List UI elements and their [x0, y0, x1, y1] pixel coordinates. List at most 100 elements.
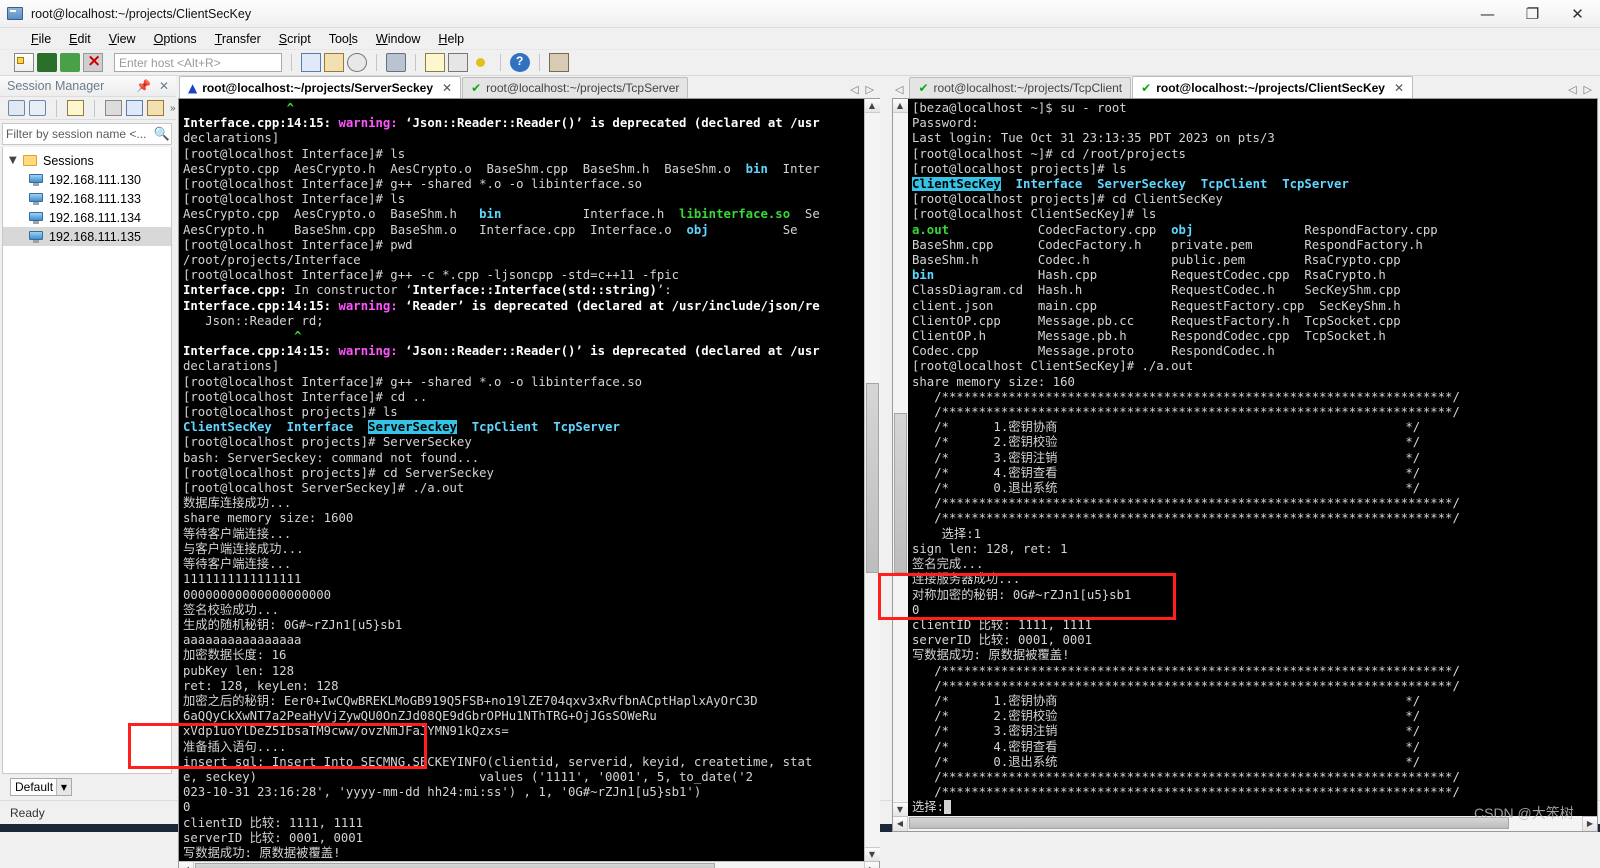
- chevron-down-icon[interactable]: ▼: [56, 779, 71, 795]
- menu-file[interactable]: FFileile: [22, 30, 60, 48]
- session-item-192-168-111-130[interactable]: 192.168.111.130: [3, 170, 171, 189]
- find-icon[interactable]: [347, 53, 367, 72]
- terminal-span: 023-10-31 23:16:28', 'yyyy-mm-dd hh24:mi…: [183, 785, 702, 800]
- cut-icon[interactable]: [105, 100, 122, 116]
- minimize-button[interactable]: —: [1465, 0, 1510, 28]
- scroll-right-icon[interactable]: ▶: [864, 862, 879, 868]
- tab-serverseckey[interactable]: ▲ root@localhost:~/projects/ServerSeckey…: [179, 76, 462, 98]
- scroll-track[interactable]: [892, 113, 908, 802]
- tree-root-sessions[interactable]: ▼ Sessions: [3, 151, 171, 170]
- tab-close-icon[interactable]: ✕: [1394, 81, 1404, 95]
- terminal-line: Last login: Tue Oct 31 23:13:35 PDT 2023…: [912, 131, 1597, 146]
- log-session-icon[interactable]: [425, 53, 445, 72]
- terminal-line: 签名校验成功...: [183, 603, 864, 618]
- close-button[interactable]: ✕: [1555, 0, 1600, 28]
- menu-help[interactable]: Help: [429, 30, 473, 48]
- scroll-up-icon[interactable]: ▲: [892, 99, 908, 113]
- pane-divider[interactable]: [882, 76, 890, 800]
- terminal-span: 选择:1: [912, 526, 982, 541]
- window-controls: — ❐ ✕: [1465, 0, 1600, 28]
- new-session-icon[interactable]: [8, 100, 25, 116]
- tab-clientseckey[interactable]: ✔ root@localhost:~/projects/ClientSecKey…: [1132, 76, 1414, 98]
- tab-scroll-right-icon[interactable]: ▷: [1584, 83, 1592, 96]
- chevron-down-icon[interactable]: ▼: [9, 155, 23, 166]
- help-icon[interactable]: [510, 53, 530, 72]
- options-icon[interactable]: [549, 53, 569, 72]
- terminal-span: /root/projects/Interface: [183, 253, 361, 268]
- monitor-icon: [29, 230, 43, 243]
- menu-edit[interactable]: Edit: [60, 30, 100, 48]
- host-input[interactable]: Enter host <Alt+R>: [114, 53, 282, 72]
- window-title: root@localhost:~/projects/ClientSecKey: [31, 6, 252, 21]
- scroll-thumb[interactable]: [865, 383, 879, 573]
- key-icon[interactable]: [471, 53, 491, 72]
- tab-scroll-left-icon[interactable]: ◁: [1568, 83, 1576, 96]
- left-terminal-output[interactable]: ^ Interface.cpp:14:15: warning: ‘Json::Re…: [179, 99, 864, 862]
- session-tree[interactable]: ▼ Sessions 192.168.111.130 192.168.111.1…: [2, 147, 172, 774]
- connect-icon[interactable]: [37, 53, 57, 72]
- scroll-thumb[interactable]: [195, 862, 715, 868]
- session-item-192-168-111-134[interactable]: 192.168.111.134: [3, 208, 171, 227]
- terminal-line: Password:: [912, 116, 1597, 131]
- host-placeholder: Enter host <Alt+R>: [119, 55, 221, 70]
- disconnect-icon[interactable]: [83, 51, 103, 72]
- scroll-down-icon[interactable]: ▼: [892, 801, 908, 816]
- terminal-line: /* 0.退出系统 */: [912, 481, 1597, 496]
- new-folder-icon[interactable]: [29, 100, 46, 116]
- left-vertical-scrollbar[interactable]: ▲ ▼: [864, 99, 880, 862]
- session-filter-input[interactable]: Filter by session name <... 🔍: [2, 123, 172, 145]
- copy-icon[interactable]: [126, 100, 143, 116]
- menu-tools[interactable]: Tools: [320, 30, 367, 48]
- terminal-span: [root@localhost Interface]# ls: [183, 192, 406, 207]
- terminal-line: 写数据成功: 原数据被覆盖!: [183, 846, 864, 861]
- menu-window[interactable]: Window: [367, 30, 429, 48]
- tab-scroll-left-icon[interactable]: ◁: [850, 83, 858, 96]
- overflow-chevron-icon[interactable]: »: [170, 103, 176, 114]
- right-tab-nav-left: ◁: [893, 83, 909, 98]
- right-vertical-scrollbar-left[interactable]: ▲ ▼: [892, 99, 908, 816]
- terminal-line: /***************************************…: [912, 785, 1597, 800]
- scroll-track[interactable]: [194, 861, 864, 868]
- keymap-editor-icon[interactable]: [448, 53, 468, 72]
- scroll-down-icon[interactable]: ▼: [864, 847, 880, 862]
- terminal-line: [root@localhost Interface]# pwd: [183, 238, 864, 253]
- paste-icon[interactable]: [324, 53, 344, 72]
- terminal-span: declarations]: [183, 131, 280, 146]
- scroll-left-icon[interactable]: ◀: [893, 816, 908, 831]
- scroll-track[interactable]: [864, 113, 880, 848]
- tab-tcpclient[interactable]: ✔ root@localhost:~/projects/TcpClient: [909, 77, 1132, 98]
- terminal-span: [183, 329, 294, 343]
- search-icon[interactable]: 🔍: [153, 127, 171, 142]
- reconnect-icon[interactable]: [60, 53, 80, 72]
- scroll-thumb[interactable]: [909, 817, 1509, 830]
- pin-icon[interactable]: 📌: [136, 79, 151, 93]
- menu-options[interactable]: Options: [145, 30, 206, 48]
- terminal-span: ret: 128, keyLen: 128: [183, 678, 339, 693]
- terminal-line: 00000000000000000000: [183, 588, 864, 603]
- scroll-left-icon[interactable]: ◀: [179, 862, 194, 868]
- close-icon[interactable]: ✕: [159, 79, 169, 93]
- maximize-button[interactable]: ❐: [1510, 0, 1555, 28]
- session-item-192-168-111-135[interactable]: 192.168.111.135: [3, 227, 171, 246]
- paste-icon[interactable]: [147, 100, 164, 116]
- session-item-192-168-111-133[interactable]: 192.168.111.133: [3, 189, 171, 208]
- session-manager-icon[interactable]: [14, 53, 34, 72]
- session-properties-icon[interactable]: [67, 100, 84, 116]
- tab-scroll-right-icon[interactable]: ▷: [866, 83, 874, 96]
- scroll-thumb[interactable]: [893, 413, 907, 573]
- menu-transfer[interactable]: Transfer: [206, 30, 270, 48]
- menu-view[interactable]: View: [100, 30, 145, 48]
- default-session-combo[interactable]: Default ▼: [10, 778, 72, 796]
- copy-icon[interactable]: [301, 53, 321, 72]
- monitor-icon: [29, 192, 43, 205]
- terminal-line: aaaaaaaaaaaaaaaa: [183, 633, 864, 648]
- tab-tcpserver[interactable]: ✔ root@localhost:~/projects/TcpServer: [462, 77, 689, 98]
- tab-scroll-left-icon[interactable]: ◁: [895, 83, 903, 96]
- scroll-up-icon[interactable]: ▲: [864, 99, 880, 113]
- print-icon[interactable]: [386, 53, 406, 72]
- right-terminal-output[interactable]: [beza@localhost ~]$ su - root Password: La…: [908, 99, 1597, 816]
- left-horizontal-scrollbar[interactable]: ◀ ▶: [179, 861, 879, 868]
- tab-close-icon[interactable]: ✕: [442, 81, 452, 95]
- menu-script[interactable]: Script: [270, 30, 320, 48]
- terminal-span: ClientOP.cpp Message.pb.cc RequestFactor…: [912, 313, 1401, 328]
